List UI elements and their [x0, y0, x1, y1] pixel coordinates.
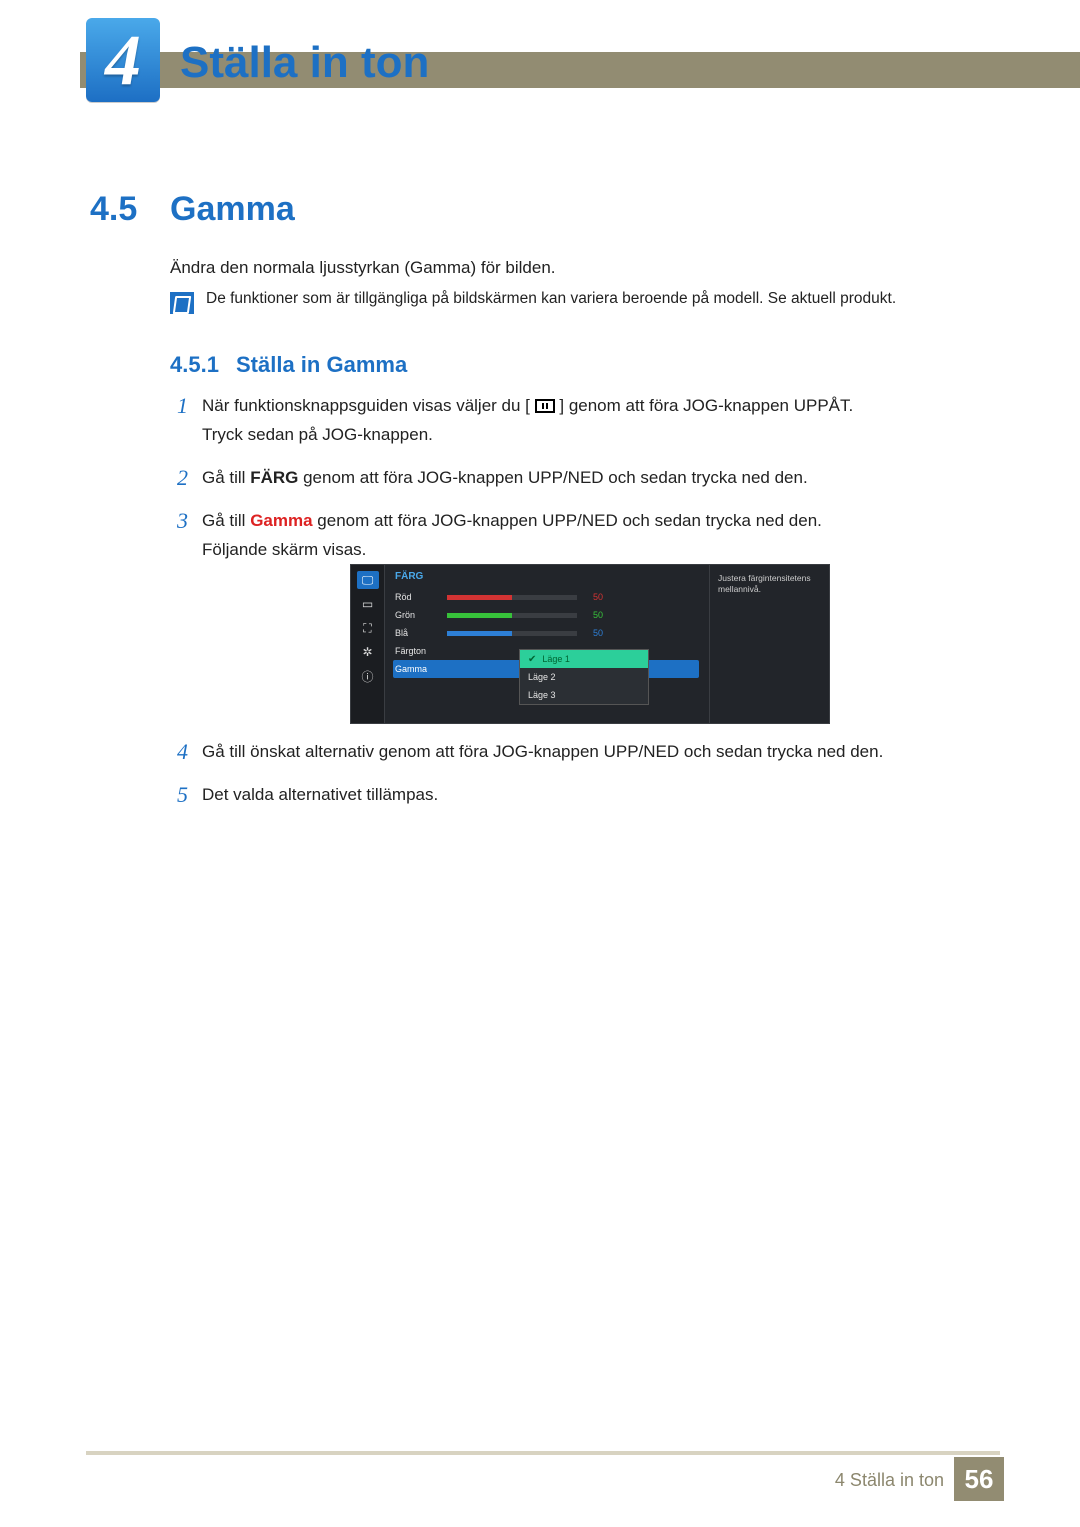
step-body: Det valda alternativet tillämpas.: [202, 781, 1000, 810]
note: De funktioner som är tillgängliga på bil…: [170, 290, 896, 314]
text: Gå till: [202, 511, 250, 530]
label: Blå: [395, 628, 447, 638]
slider-red: [447, 595, 577, 600]
text: genom att föra JOG-knappen UPP/NED och s…: [298, 468, 807, 487]
step-body: Gå till Gamma genom att föra JOG-knappen…: [202, 507, 1000, 565]
check-icon: ✔: [528, 654, 536, 665]
step-4: 4 Gå till önskat alternativ genom att fö…: [170, 738, 1000, 767]
text-highlight: Gamma: [250, 511, 312, 530]
resize-icon: ⛶: [357, 619, 379, 637]
note-icon: [170, 292, 194, 314]
text: genom att föra JOG-knappen UPP/NED och s…: [313, 511, 822, 530]
info-icon: ⓘ: [357, 667, 379, 685]
dropdown-item: ✔ Läge 1: [520, 650, 648, 668]
osd-side-icons: 🖵 ▭ ⛶ ✲ ⓘ: [351, 565, 385, 723]
subsection-number: 4.5.1: [170, 352, 219, 378]
gamma-dropdown: ✔ Läge 1 Läge 2 Läge 3: [519, 649, 649, 705]
text: Följande skärm visas.: [202, 540, 366, 559]
chapter-title: Ställa in ton: [180, 38, 429, 88]
slider-green: [447, 613, 577, 618]
step-number: 1: [170, 392, 188, 450]
chapter-number: 4: [105, 19, 141, 102]
value: 50: [593, 610, 603, 620]
step-body: När funktionsknappsguiden visas väljer d…: [202, 392, 1000, 450]
page-number: 56: [954, 1457, 1004, 1501]
label: Färgton: [395, 646, 447, 656]
text-bold: FÄRG: [250, 468, 298, 487]
step-2: 2 Gå till FÄRG genom att föra JOG-knappe…: [170, 464, 1000, 493]
step-number: 2: [170, 464, 188, 493]
footer-separator: [86, 1451, 1000, 1455]
step-body: Gå till önskat alternativ genom att föra…: [202, 738, 1000, 767]
picture-icon: ▭: [357, 595, 379, 613]
slider-blue: [447, 631, 577, 636]
monitor-icon: 🖵: [357, 571, 379, 589]
section-number: 4.5: [90, 190, 137, 229]
text: ] genom att föra JOG-knappen UPPÅT.: [559, 396, 853, 415]
option-label: Läge 2: [528, 672, 556, 682]
osd-row-red: Röd 50: [395, 588, 699, 606]
text: Gå till: [202, 468, 250, 487]
chapter-badge: 4: [86, 18, 160, 102]
value: 50: [593, 628, 603, 638]
footer-chapter-label: 4 Ställa in ton: [835, 1470, 944, 1491]
osd-preview: 🖵 ▭ ⛶ ✲ ⓘ FÄRG Röd 50 Grön 50 Blå 50 Fär…: [350, 564, 830, 724]
step-5: 5 Det valda alternativet tillämpas.: [170, 781, 1000, 810]
steps-list-bottom: 4 Gå till önskat alternativ genom att fö…: [170, 738, 1000, 824]
step-1: 1 När funktionsknappsguiden visas väljer…: [170, 392, 1000, 450]
value: 50: [593, 592, 603, 602]
text: När funktionsknappsguiden visas väljer d…: [202, 396, 530, 415]
steps-list-top: 1 När funktionsknappsguiden visas väljer…: [170, 392, 1000, 578]
dropdown-item: Läge 2: [520, 668, 648, 686]
step-number: 3: [170, 507, 188, 565]
label: Grön: [395, 610, 447, 620]
step-3: 3 Gå till Gamma genom att föra JOG-knapp…: [170, 507, 1000, 565]
osd-help: Justera färgintensitetens mellannivå.: [709, 565, 829, 723]
section-title: Gamma: [170, 190, 295, 229]
osd-row-blue: Blå 50: [395, 624, 699, 642]
option-label: Läge 1: [542, 654, 570, 664]
subsection-title: Ställa in Gamma: [236, 352, 407, 378]
step-number: 4: [170, 738, 188, 767]
gear-icon: ✲: [357, 643, 379, 661]
section-description: Ändra den normala ljusstyrkan (Gamma) fö…: [170, 258, 556, 278]
option-label: Läge 3: [528, 690, 556, 700]
menu-icon: [535, 399, 555, 413]
step-body: Gå till FÄRG genom att föra JOG-knappen …: [202, 464, 1000, 493]
step-number: 5: [170, 781, 188, 810]
dropdown-item: Läge 3: [520, 686, 648, 704]
note-text: De funktioner som är tillgängliga på bil…: [206, 290, 896, 308]
page-header: 4 Ställa in ton: [80, 18, 1080, 98]
text: Tryck sedan på JOG-knappen.: [202, 425, 433, 444]
label: Röd: [395, 592, 447, 602]
label: Gamma: [395, 664, 447, 674]
osd-main: FÄRG Röd 50 Grön 50 Blå 50 Färgton Gamma…: [385, 565, 709, 723]
osd-row-green: Grön 50: [395, 606, 699, 624]
osd-title: FÄRG: [395, 571, 699, 582]
